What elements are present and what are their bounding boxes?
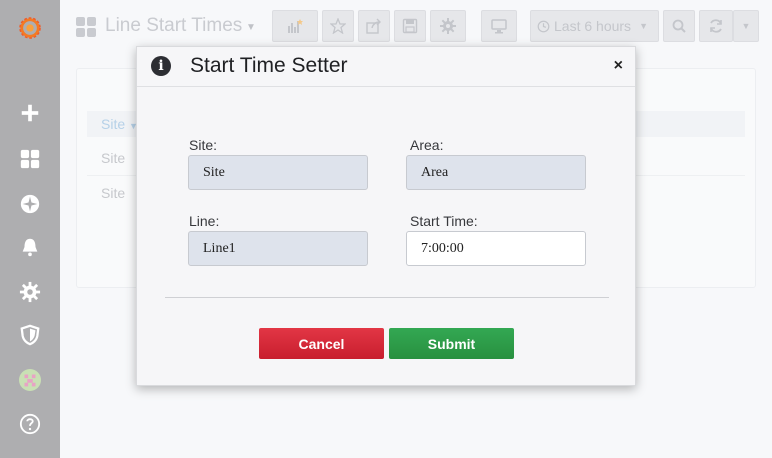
grafana-logo-icon[interactable]: [15, 13, 45, 43]
cancel-button[interactable]: Cancel: [259, 328, 384, 359]
monitor-icon: [491, 19, 507, 34]
sidebar: [0, 0, 60, 458]
title-caret-icon[interactable]: ▼: [246, 22, 256, 33]
refresh-interval-dropdown[interactable]: ▼: [733, 10, 759, 42]
add-icon[interactable]: [15, 98, 45, 128]
submit-button[interactable]: Submit: [389, 328, 514, 359]
clock-icon: [537, 20, 550, 32]
refresh-icon: [710, 19, 722, 33]
time-range-picker[interactable]: Last 6 hours ▼: [530, 10, 659, 42]
dashboards-icon[interactable]: [15, 144, 45, 174]
modal-header: i Start Time Setter ×: [137, 47, 635, 87]
zoom-out-button[interactable]: [663, 10, 695, 42]
start-time-modal: i Start Time Setter × Site: Area: Line: …: [136, 46, 636, 386]
search-icon: [672, 19, 686, 33]
start-time-label: Start Time:: [410, 213, 478, 229]
column-header-site[interactable]: Site: [101, 116, 125, 132]
save-button[interactable]: [394, 10, 426, 42]
explore-compass-icon[interactable]: [15, 189, 45, 219]
time-range-label: Last 6 hours: [554, 18, 632, 34]
add-panel-icon: [288, 19, 303, 33]
star-icon: [330, 18, 346, 34]
star-button[interactable]: [322, 10, 354, 42]
gear-icon: [440, 18, 456, 34]
line-label: Line:: [189, 213, 220, 229]
configuration-gear-icon[interactable]: [15, 277, 45, 307]
site-label: Site:: [189, 137, 218, 153]
time-range-caret-icon: ▼: [639, 21, 648, 31]
chevron-down-icon: ▼: [741, 21, 751, 31]
dashboard-title[interactable]: Line Start Times: [105, 15, 242, 37]
info-icon: i: [151, 56, 171, 76]
dashboard-grid-icon: [76, 17, 96, 37]
site-field[interactable]: [188, 155, 368, 190]
modal-title: Start Time Setter: [190, 54, 348, 77]
share-button[interactable]: [358, 10, 390, 42]
alerting-bell-icon[interactable]: [15, 232, 45, 262]
save-icon: [402, 18, 418, 34]
refresh-button[interactable]: [699, 10, 733, 42]
share-icon: [366, 18, 381, 34]
help-question-icon[interactable]: [15, 409, 45, 439]
close-icon[interactable]: ×: [614, 57, 623, 75]
area-field[interactable]: [406, 155, 586, 190]
settings-button[interactable]: [430, 10, 466, 42]
line-field[interactable]: [188, 231, 368, 266]
shield-icon[interactable]: [15, 320, 45, 350]
cycle-view-button[interactable]: [481, 10, 517, 42]
add-panel-button[interactable]: [272, 10, 318, 42]
start-time-field[interactable]: [406, 231, 586, 266]
modal-divider: [165, 297, 609, 298]
area-label: Area:: [410, 137, 444, 153]
user-avatar[interactable]: [15, 365, 45, 395]
